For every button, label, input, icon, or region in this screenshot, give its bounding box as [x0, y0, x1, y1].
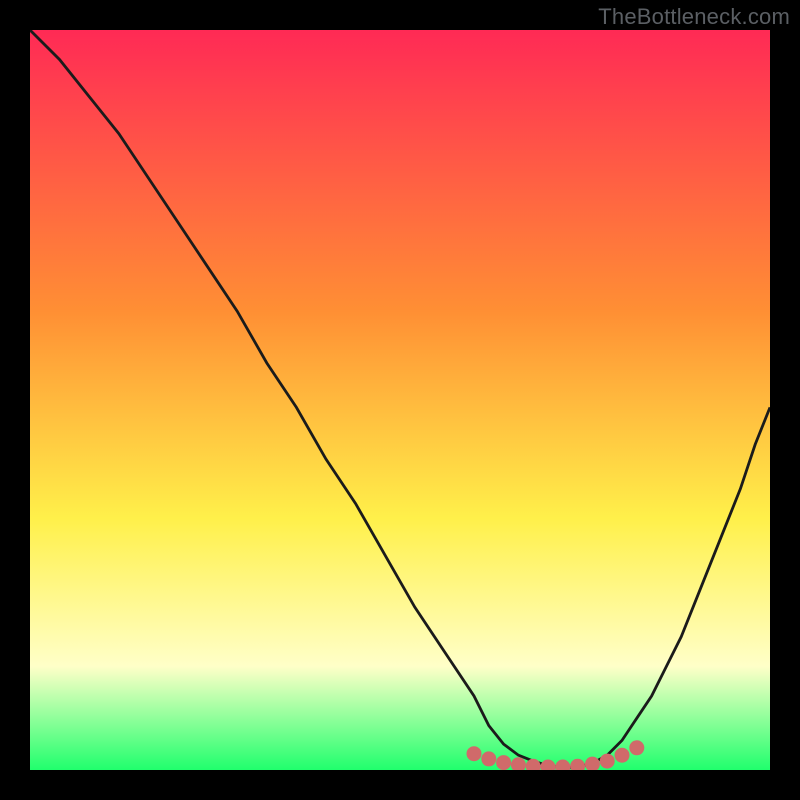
marker-point: [511, 758, 525, 772]
plot-area: [30, 30, 770, 770]
bottleneck-chart: [0, 0, 800, 800]
chart-container: TheBottleneck.com: [0, 0, 800, 800]
marker-point: [482, 752, 496, 766]
marker-point: [497, 756, 511, 770]
marker-point: [467, 747, 481, 761]
marker-point: [600, 754, 614, 768]
marker-point: [615, 748, 629, 762]
watermark-text: TheBottleneck.com: [598, 4, 790, 30]
marker-point: [585, 757, 599, 771]
marker-point: [630, 741, 644, 755]
